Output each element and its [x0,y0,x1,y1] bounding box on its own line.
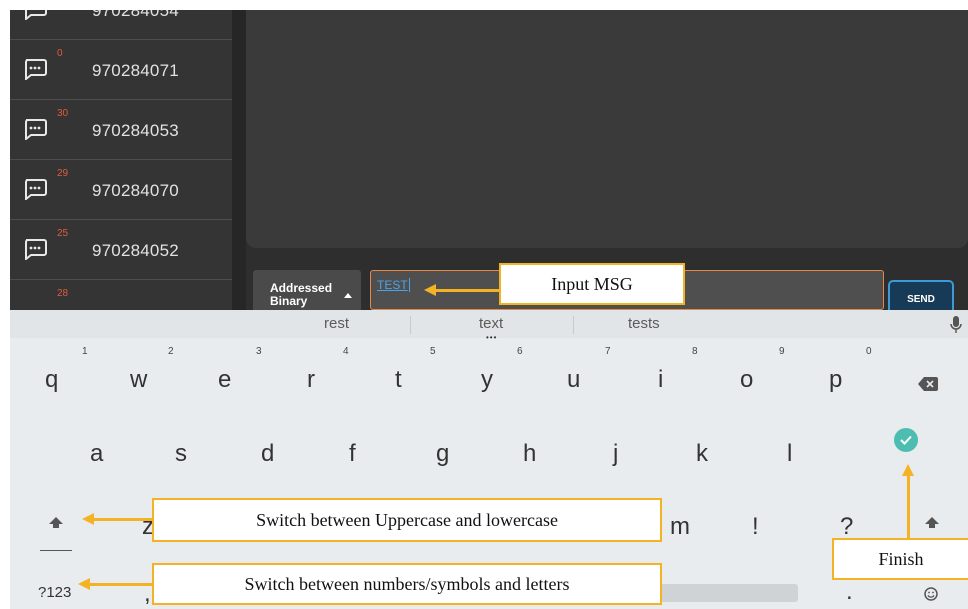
key-t[interactable]: t [395,366,402,394]
chat-bubble-icon [25,239,47,260]
unread-badge: 25 [57,228,69,239]
suggestion-divider [573,316,574,334]
key-i[interactable]: i [658,366,663,394]
done-button[interactable] [894,428,918,452]
callout-arrowhead [82,513,94,525]
message-mode-select[interactable]: Addressed Binary [253,270,361,312]
caret-up-icon [344,293,352,298]
contact-number: 970284052 [92,241,179,260]
key-hint: 5 [430,346,436,357]
unread-badge: 0 [57,48,63,59]
microphone-icon[interactable] [950,316,962,334]
key-w[interactable]: w [130,366,147,394]
list-item[interactable]: 25 970284052 [10,224,232,280]
chat-bubble-icon [25,119,47,140]
suggestion-item[interactable]: text [479,315,503,332]
emoji-icon[interactable] [924,587,938,601]
callout-input-msg: Input MSG [499,263,685,305]
list-item[interactable]: 970284054 [10,10,232,40]
key-d[interactable]: d [261,440,274,468]
key-y[interactable]: y [481,366,493,394]
more-suggestions-icon[interactable]: ••• [486,333,497,342]
callout-arrow-line [436,289,499,292]
key-hint: 9 [779,346,785,357]
key-j[interactable]: j [613,440,618,468]
chat-bubble-icon [25,10,47,20]
key-hint: 8 [692,346,698,357]
contact-number: 970284070 [92,181,179,200]
key-period[interactable]: . [846,578,853,606]
sidebar-divider [232,10,246,310]
key-l[interactable]: l [787,440,792,468]
key-q[interactable]: q [45,366,58,394]
key-hint: 0 [866,346,872,357]
key-o[interactable]: o [740,366,753,394]
key-g[interactable]: g [436,440,449,468]
backspace-icon[interactable] [918,377,938,391]
key-e[interactable]: e [218,366,231,394]
key-a[interactable]: a [90,440,103,468]
contact-number: 970284054 [92,10,179,20]
list-item[interactable]: 29 970284070 [10,164,232,220]
contact-number: 970284053 [92,121,179,140]
list-item[interactable]: 30 970284053 [10,104,232,160]
shift-arrow-icon[interactable] [925,517,939,528]
key-m[interactable]: m [670,513,690,541]
space-key[interactable] [658,584,798,602]
key-hint: 3 [256,346,262,357]
chat-bubble-icon [25,59,47,80]
key-k[interactable]: k [696,440,708,468]
key-f[interactable]: f [349,440,356,468]
key-s[interactable]: s [175,440,187,468]
callout-arrowhead [902,464,914,476]
key-hint: 4 [343,346,349,357]
contact-number: 970284071 [92,61,179,80]
suggestion-item[interactable]: tests [628,315,660,332]
unread-badge: 28 [57,288,69,299]
chat-bubble-icon [25,179,47,200]
key-u[interactable]: u [567,366,580,394]
callout-arrow-line [907,476,910,538]
key-hint: 6 [517,346,523,357]
key-exclamation[interactable]: ! [752,513,759,541]
callout-shift-case: Switch between Uppercase and lowercase [152,498,662,542]
checkmark-icon [900,435,912,445]
key-question[interactable]: ? [840,513,853,541]
key-r[interactable]: r [307,366,315,394]
key-p[interactable]: p [829,366,842,394]
key-hint: 7 [605,346,611,357]
key-hint: 2 [168,346,174,357]
unread-badge: 30 [57,108,69,119]
mode-label-line2: Binary [270,294,308,308]
suggestion-divider [410,316,411,334]
suggestion-item[interactable]: rest [324,315,349,332]
callout-arrowhead [424,284,436,296]
callout-arrow-line [94,518,152,521]
message-input-value: TEST [377,278,410,292]
callout-finish: Finish [832,538,968,580]
unread-badge: 29 [57,168,69,179]
suggestion-bar: rest text ••• tests [10,310,968,342]
callout-arrowhead [78,578,90,590]
shift-underline [40,550,72,551]
callout-arrow-line [90,583,152,586]
message-history-panel [246,10,968,248]
shift-arrow-icon[interactable] [49,517,63,528]
numbers-symbols-key[interactable]: ?123 [38,584,71,601]
mode-label-line1: Addressed [270,281,333,295]
callout-number-symbols: Switch between numbers/symbols and lette… [152,563,662,605]
contact-list: 970284054 0 970284071 30 970284053 29 97… [10,10,232,310]
key-h[interactable]: h [523,440,536,468]
key-hint: 1 [82,346,88,357]
list-item[interactable]: 0 970284071 [10,44,232,100]
